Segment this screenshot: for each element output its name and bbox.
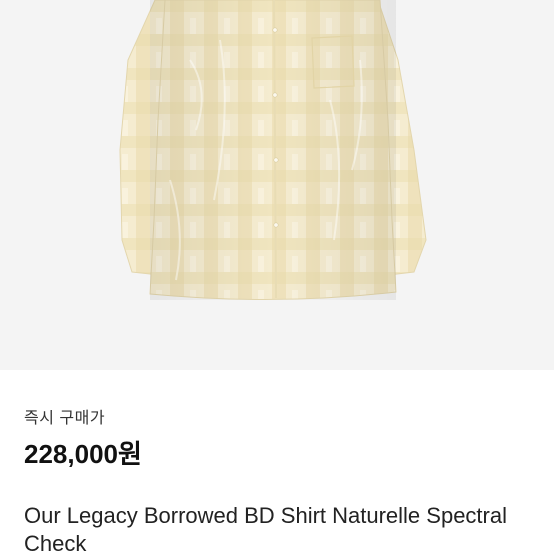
product-image[interactable] bbox=[0, 0, 554, 370]
price-value: 228,000원 bbox=[24, 439, 142, 469]
product-title: Our Legacy Borrowed BD Shirt Naturelle S… bbox=[24, 503, 507, 556]
instant-purchase-label: 즉시 구매가 bbox=[24, 410, 106, 427]
shirt-illustration bbox=[119, 0, 427, 301]
